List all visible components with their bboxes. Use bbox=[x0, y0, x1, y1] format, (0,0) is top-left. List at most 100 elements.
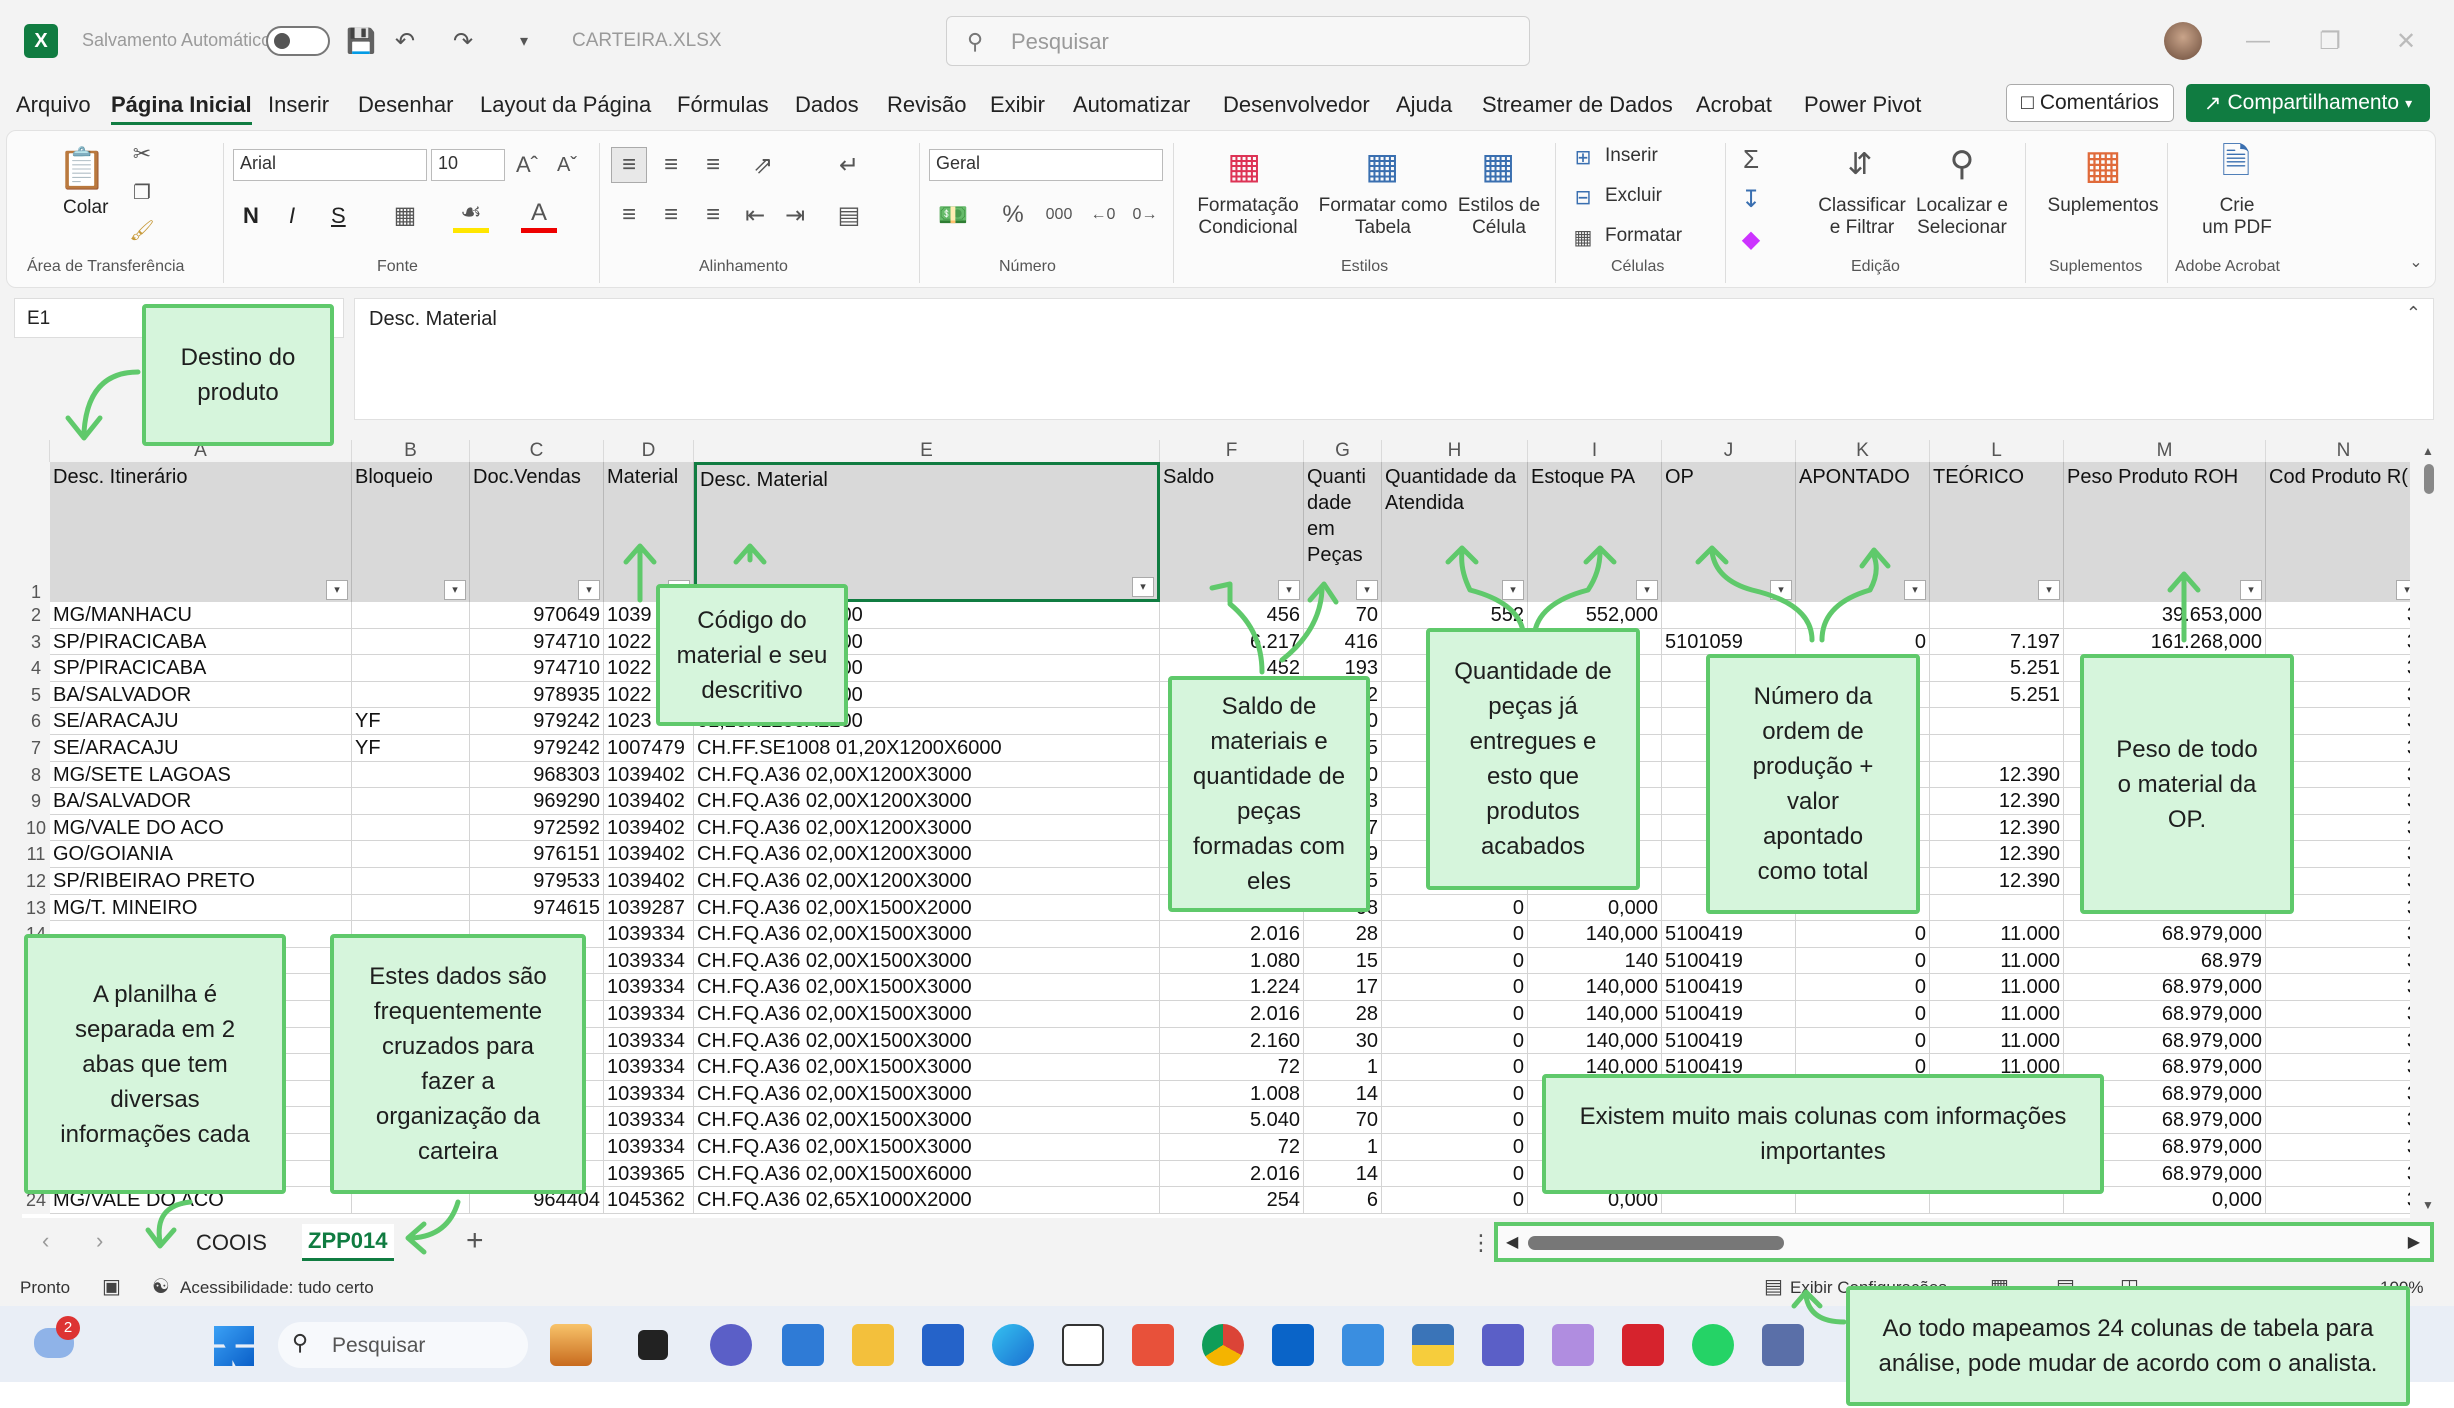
table-cell[interactable]: 1039402 bbox=[604, 814, 694, 842]
table-header-cell[interactable]: Desc. Itinerário ▾ bbox=[50, 462, 352, 602]
table-cell[interactable]: 1 bbox=[1304, 1054, 1382, 1081]
table-cell[interactable]: 1039334 bbox=[604, 1001, 694, 1028]
row-header[interactable]: 2 bbox=[22, 602, 50, 629]
table-cell[interactable]: SP/PIRACICABA bbox=[50, 655, 352, 682]
column-header-d[interactable]: D bbox=[604, 440, 694, 462]
table-cell[interactable]: 979242 bbox=[470, 708, 604, 735]
table-cell[interactable]: 3 bbox=[2266, 1027, 2422, 1055]
table-cell[interactable]: 3 bbox=[2266, 947, 2422, 975]
table-cell[interactable]: CH.FQ.A36 02,00X1500X6000 bbox=[694, 1160, 1160, 1188]
table-cell[interactable]: 30 bbox=[1304, 1027, 1382, 1055]
table-cell[interactable]: 0 bbox=[1382, 894, 1528, 922]
font-size-select[interactable]: 10 bbox=[431, 149, 505, 181]
outlook-icon[interactable] bbox=[1272, 1324, 1314, 1366]
table-cell[interactable]: MG/VALE DO ACO bbox=[50, 814, 352, 842]
pen-icon[interactable] bbox=[1342, 1324, 1384, 1366]
table-header-cell[interactable]: Quanti dade em Peças ▾ bbox=[1304, 462, 1382, 602]
menu-pagina-inicial[interactable]: Página Inicial bbox=[111, 92, 252, 125]
autosum-icon[interactable]: Σ bbox=[1733, 141, 1769, 177]
menu-automatizar[interactable]: Automatizar bbox=[1073, 92, 1190, 118]
table-cell[interactable]: 979533 bbox=[470, 868, 604, 895]
table-cell[interactable]: 12.390 bbox=[1930, 761, 2064, 789]
table-cell[interactable] bbox=[352, 868, 470, 895]
table-cell[interactable]: 552 bbox=[1382, 602, 1528, 629]
wrap-text-icon[interactable]: ↵ bbox=[831, 147, 867, 183]
table-cell[interactable]: 1039334 bbox=[604, 974, 694, 1001]
sheet-tab-coois[interactable]: COOIS bbox=[196, 1230, 267, 1256]
macro-record-icon[interactable]: ▣ bbox=[102, 1274, 121, 1299]
table-cell[interactable]: CH.FF.SE1008 01,20X1200X6000 bbox=[694, 735, 1160, 762]
table-cell[interactable]: 1039287 bbox=[604, 894, 694, 922]
file-name[interactable]: CARTEIRA.XLSX bbox=[572, 30, 722, 52]
align-right-icon[interactable]: ≡ bbox=[695, 197, 731, 233]
table-cell[interactable]: 3 bbox=[2266, 1054, 2422, 1081]
table-cell[interactable]: 5.251 bbox=[1930, 655, 2064, 682]
table-cell[interactable]: 552,000 bbox=[1528, 602, 1662, 629]
table-cell[interactable]: 0 bbox=[1796, 921, 1930, 948]
table-cell[interactable]: 972592 bbox=[470, 814, 604, 842]
filter-dropdown-icon[interactable]: ▾ bbox=[1904, 580, 1926, 600]
file-explorer-icon[interactable] bbox=[852, 1324, 894, 1366]
table-cell[interactable]: CH.FQ.A36 02,00X1200X3000 bbox=[694, 868, 1160, 895]
table-cell[interactable]: 1039334 bbox=[604, 947, 694, 975]
close-icon[interactable]: ✕ bbox=[2386, 22, 2426, 60]
table-header-cell[interactable]: Peso Produto ROH ▾ bbox=[2064, 462, 2266, 602]
table-cell[interactable]: 0 bbox=[1382, 1160, 1528, 1188]
table-header-cell[interactable]: Estoque PA ▾ bbox=[1528, 462, 1662, 602]
table-cell[interactable]: 1039334 bbox=[604, 921, 694, 948]
table-header-cell[interactable]: Desc. Material ▾ bbox=[694, 462, 1160, 602]
scroll-down-icon[interactable]: ▼ bbox=[2422, 1198, 2434, 1212]
table-cell[interactable]: CH.FQ.A36 02,00X1200X3000 bbox=[694, 841, 1160, 868]
table-cell[interactable]: CH.FQ.A36 02,00X1500X3000 bbox=[694, 1054, 1160, 1081]
column-header-i[interactable]: I bbox=[1528, 440, 1662, 462]
delete-cells-label[interactable]: Excluir bbox=[1605, 185, 1662, 207]
table-cell[interactable]: 456 bbox=[1160, 602, 1304, 629]
menu-formulas[interactable]: Fórmulas bbox=[677, 92, 769, 118]
table-cell[interactable]: 2.016 bbox=[1160, 1001, 1304, 1028]
table-cell[interactable]: 974615 bbox=[470, 894, 604, 922]
filter-dropdown-icon[interactable]: ▾ bbox=[578, 580, 600, 600]
table-cell[interactable]: 28 bbox=[1304, 921, 1382, 948]
undo-icon[interactable]: ↶ bbox=[388, 24, 422, 58]
table-cell[interactable]: 0 bbox=[1382, 921, 1528, 948]
fill-icon[interactable]: ↧ bbox=[1733, 181, 1769, 217]
collapse-formula-icon[interactable]: ⌃ bbox=[2406, 303, 2421, 324]
table-cell[interactable]: 2.016 bbox=[1160, 921, 1304, 948]
delete-cells-icon[interactable]: ⊟ bbox=[1567, 181, 1599, 213]
table-cell[interactable]: 974710 bbox=[470, 628, 604, 656]
filter-dropdown-icon[interactable]: ▾ bbox=[1636, 580, 1658, 600]
chat-icon[interactable] bbox=[710, 1324, 752, 1366]
restore-icon[interactable]: ❐ bbox=[2310, 22, 2350, 60]
conditional-format-icon[interactable]: ▦ bbox=[1219, 141, 1269, 191]
copy-icon[interactable]: ❐ bbox=[127, 177, 157, 207]
table-cell[interactable]: SE/ARACAJU bbox=[50, 708, 352, 735]
table-cell[interactable]: 1 bbox=[1304, 1134, 1382, 1161]
sheet-tab-zpp014[interactable]: ZPP014 bbox=[302, 1224, 394, 1261]
filter-dropdown-icon[interactable]: ▾ bbox=[2240, 580, 2262, 600]
row-header[interactable]: 9 bbox=[22, 788, 50, 815]
table-cell[interactable]: 11.000 bbox=[1930, 921, 2064, 948]
table-cell[interactable]: 1039334 bbox=[604, 1134, 694, 1161]
table-cell[interactable]: 1045362 bbox=[604, 1187, 694, 1214]
horizontal-scrollbar[interactable]: ◀ ▶ bbox=[1494, 1222, 2434, 1262]
table-cell[interactable]: 1039402 bbox=[604, 868, 694, 895]
more-options-icon[interactable]: ⋮ bbox=[1470, 1230, 1492, 1256]
save-icon[interactable]: 💾 bbox=[344, 24, 378, 58]
filter-dropdown-icon[interactable]: ▾ bbox=[1278, 580, 1300, 600]
column-header-k[interactable]: K bbox=[1796, 440, 1930, 462]
table-cell[interactable]: 974710 bbox=[470, 655, 604, 682]
table-cell[interactable] bbox=[1930, 735, 2064, 762]
table-cell[interactable] bbox=[1662, 602, 1796, 629]
minimize-icon[interactable]: — bbox=[2238, 22, 2278, 60]
row-header[interactable]: 11 bbox=[22, 841, 50, 868]
prev-sheet-icon[interactable]: ‹ bbox=[42, 1228, 49, 1254]
table-cell[interactable]: 0 bbox=[1382, 1134, 1528, 1161]
table-cell[interactable]: BA/SALVADOR bbox=[50, 788, 352, 815]
filter-dropdown-icon[interactable]: ▾ bbox=[2038, 580, 2060, 600]
row-header[interactable]: 10 bbox=[22, 814, 50, 842]
table-cell[interactable]: 11.000 bbox=[1930, 1001, 2064, 1028]
chrome-icon[interactable] bbox=[1202, 1324, 1244, 1366]
table-cell[interactable]: 1039334 bbox=[604, 1027, 694, 1055]
table-cell[interactable]: SE/ARACAJU bbox=[50, 735, 352, 762]
align-bottom-icon[interactable]: ≡ bbox=[695, 147, 731, 183]
